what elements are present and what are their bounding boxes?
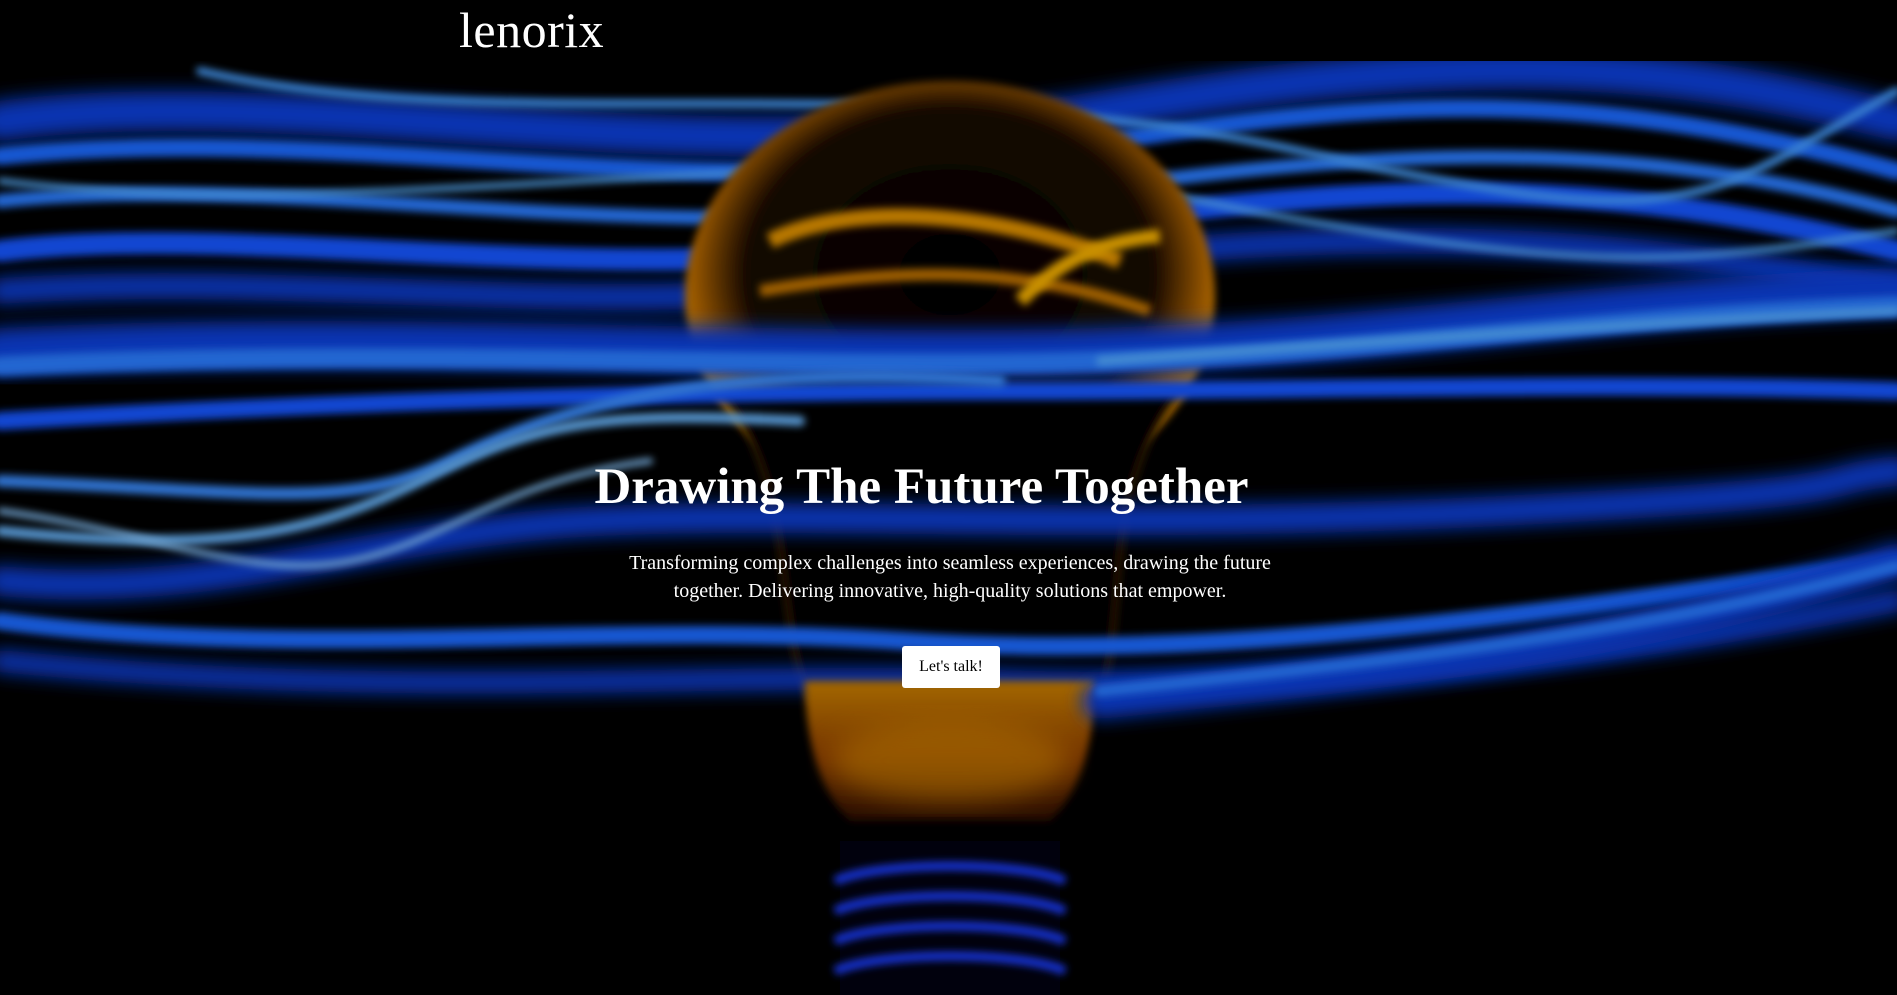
top-bar: lenorix — [0, 0, 1897, 61]
hero-background — [0, 61, 1897, 995]
landing-page: lenorix Drawing The Future Together Tran… — [0, 0, 1897, 995]
hero-background-image — [0, 61, 1897, 995]
brand-logo[interactable]: lenorix — [459, 2, 604, 58]
lets-talk-button[interactable]: Let's talk! — [902, 646, 1000, 688]
